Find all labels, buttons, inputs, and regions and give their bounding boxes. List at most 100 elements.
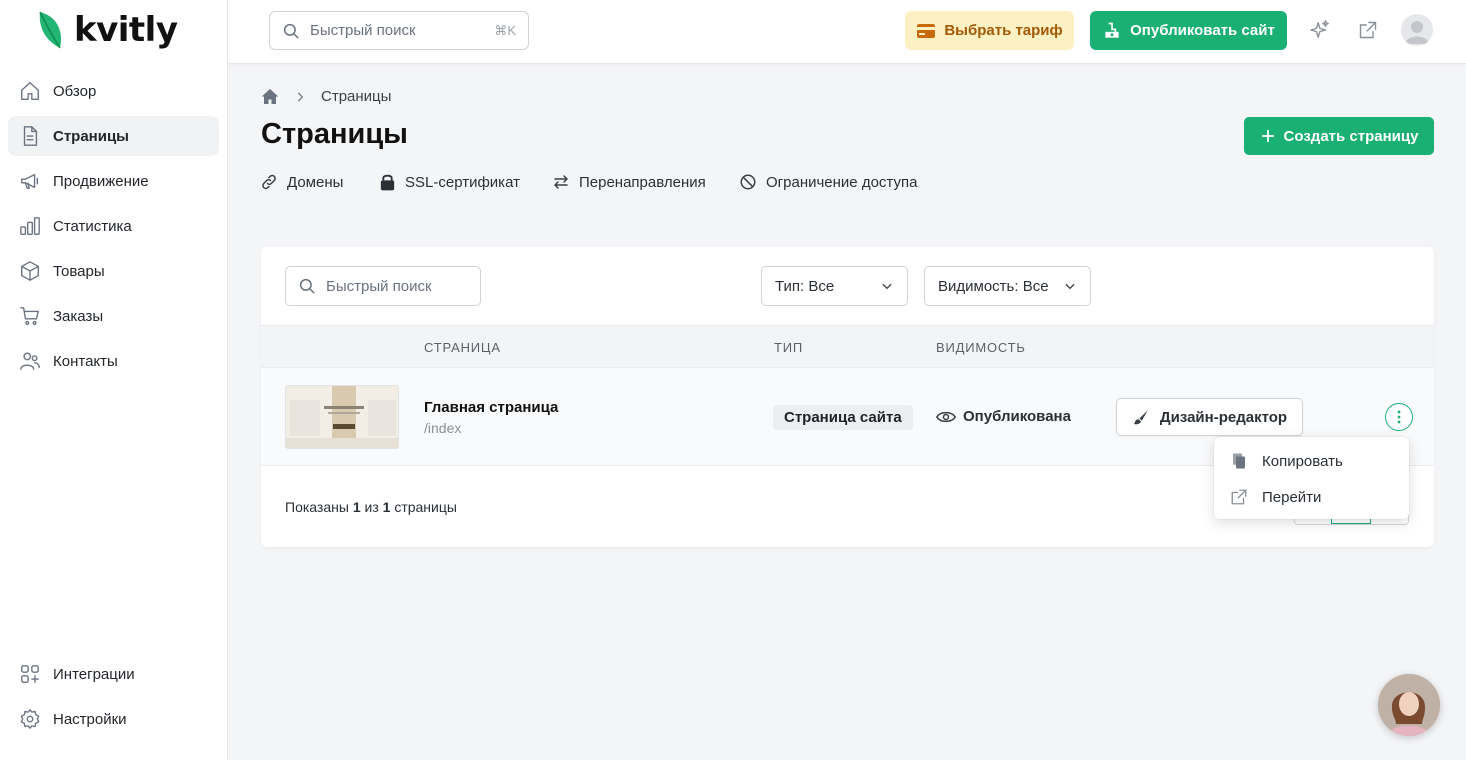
menu-item-copy[interactable]: Копировать bbox=[1230, 450, 1343, 472]
leaf-logo-icon bbox=[39, 11, 62, 49]
subnav-label: Перенаправления bbox=[579, 173, 706, 191]
chevron-right-icon bbox=[297, 92, 304, 101]
create-page-button[interactable]: Создать страницу bbox=[1244, 117, 1434, 155]
visibility-status: Опубликована bbox=[936, 408, 1071, 425]
credit-card-icon bbox=[917, 23, 936, 38]
summary-suffix: страницы bbox=[390, 499, 457, 515]
subnav-redirects[interactable]: Перенаправления bbox=[552, 171, 706, 193]
visibility-label: Опубликована bbox=[963, 408, 1071, 425]
type-filter-value: Тип: Все bbox=[775, 277, 835, 295]
search-shortcut: ⌘K bbox=[494, 22, 516, 38]
breadcrumb-current: Страницы bbox=[321, 88, 392, 105]
pages-search-input[interactable]: Быстрый поиск bbox=[285, 266, 481, 306]
sidebar-item-contacts[interactable]: Контакты bbox=[8, 341, 219, 381]
page-title: Страницы bbox=[261, 118, 408, 150]
sidebar-item-label: Обзор bbox=[53, 82, 97, 100]
more-vertical-icon bbox=[1397, 410, 1401, 424]
sidebar-item-label: Настройки bbox=[53, 710, 127, 728]
row-actions-menu: Копировать Перейти bbox=[1214, 437, 1409, 519]
global-search-input[interactable]: Быстрый поиск ⌘K bbox=[269, 11, 529, 50]
home-icon bbox=[18, 79, 42, 103]
page-thumbnail[interactable] bbox=[285, 385, 399, 449]
type-filter-select[interactable]: Тип: Все bbox=[761, 266, 908, 306]
grid-plus-icon bbox=[18, 662, 42, 686]
file-icon bbox=[18, 124, 42, 148]
summary-shown: 1 bbox=[352, 499, 361, 515]
menu-item-label: Перейти bbox=[1262, 488, 1322, 506]
summary-prefix: Показаны bbox=[285, 499, 353, 515]
column-visibility[interactable]: ВИДИМОСТЬ bbox=[936, 340, 1026, 355]
visibility-filter-select[interactable]: Видимость: Все bbox=[924, 266, 1091, 306]
column-type[interactable]: ТИП bbox=[774, 340, 803, 355]
sidebar-item-label: Заказы bbox=[53, 307, 104, 325]
choose-tariff-button[interactable]: Выбрать тариф bbox=[905, 11, 1074, 50]
megaphone-icon bbox=[18, 169, 42, 193]
search-icon bbox=[283, 23, 299, 38]
home-breadcrumb-icon[interactable] bbox=[261, 88, 279, 105]
sidebar-item-statistics[interactable]: Статистика bbox=[8, 206, 219, 246]
subnav-ssl[interactable]: SSL-сертификат bbox=[379, 171, 520, 193]
sidebar-item-orders[interactable]: Заказы bbox=[8, 296, 219, 336]
plus-icon bbox=[1261, 130, 1274, 142]
sidebar-item-label: Страницы bbox=[53, 127, 129, 145]
pagination-summary: Показаны 1 из 1 страницы bbox=[285, 499, 457, 515]
copy-icon bbox=[1233, 453, 1245, 469]
cart-icon bbox=[18, 304, 42, 328]
sidebar-item-label: Продвижение bbox=[53, 172, 149, 190]
logo-text: kvitly bbox=[74, 10, 178, 50]
subnav-label: Ограничение доступа bbox=[766, 173, 918, 191]
link-icon bbox=[262, 174, 276, 190]
choose-tariff-label: Выбрать тариф bbox=[944, 22, 1063, 39]
sidebar-item-promotion[interactable]: Продвижение bbox=[8, 161, 219, 201]
block-icon bbox=[740, 174, 756, 190]
subnav-label: Домены bbox=[287, 173, 344, 191]
sidebar-item-pages[interactable]: Страницы bbox=[8, 116, 219, 156]
sidebar-item-settings[interactable]: Настройки bbox=[8, 699, 219, 739]
publish-site-label: Опубликовать сайт bbox=[1130, 22, 1275, 39]
user-avatar[interactable] bbox=[1401, 14, 1433, 46]
sidebar-item-label: Интеграции bbox=[53, 665, 135, 683]
design-editor-button[interactable]: Дизайн-редактор bbox=[1116, 398, 1303, 436]
pages-search-placeholder: Быстрый поиск bbox=[326, 277, 432, 295]
chevron-down-icon bbox=[882, 283, 892, 290]
sidebar-item-label: Товары bbox=[53, 262, 105, 280]
swap-arrows-icon bbox=[554, 175, 568, 189]
search-placeholder: Быстрый поиск bbox=[310, 22, 416, 39]
row-actions-button[interactable] bbox=[1385, 403, 1413, 431]
page-type-badge: Страница сайта bbox=[773, 405, 913, 430]
publish-site-button[interactable]: Опубликовать сайт bbox=[1090, 11, 1287, 50]
page-name[interactable]: Главная страница bbox=[424, 399, 558, 416]
bar-chart-icon bbox=[18, 214, 42, 238]
sidebar: kvitly Обзор Страницы Продвижение Статис… bbox=[0, 0, 228, 760]
page-path: /index bbox=[424, 420, 462, 436]
chevron-down-icon bbox=[1065, 283, 1075, 290]
column-page[interactable]: СТРАНИЦА bbox=[424, 340, 501, 355]
brush-icon bbox=[1133, 410, 1148, 425]
table-header: СТРАНИЦА ТИП ВИДИМОСТЬ bbox=[261, 325, 1434, 368]
sidebar-item-overview[interactable]: Обзор bbox=[8, 71, 219, 111]
sidebar-item-label: Контакты bbox=[53, 352, 118, 370]
subnav-domains[interactable]: Домены bbox=[260, 171, 343, 193]
eye-icon bbox=[936, 411, 956, 422]
sidebar-item-products[interactable]: Товары bbox=[8, 251, 219, 291]
logo[interactable]: kvitly bbox=[36, 8, 178, 52]
summary-middle: из bbox=[360, 499, 383, 515]
gear-icon bbox=[18, 707, 42, 731]
publish-icon bbox=[1105, 22, 1119, 38]
external-link-icon[interactable] bbox=[1356, 18, 1380, 42]
menu-item-label: Копировать bbox=[1262, 452, 1343, 470]
search-icon bbox=[299, 278, 315, 294]
sidebar-item-label: Статистика bbox=[53, 217, 132, 235]
sidebar-item-integrations[interactable]: Интеграции bbox=[8, 654, 219, 694]
box-icon bbox=[18, 259, 42, 283]
menu-item-goto[interactable]: Перейти bbox=[1230, 486, 1321, 508]
subnav-label: SSL-сертификат bbox=[405, 173, 520, 191]
visibility-filter-value: Видимость: Все bbox=[938, 277, 1049, 295]
create-page-label: Создать страницу bbox=[1283, 127, 1419, 145]
support-chat-avatar[interactable] bbox=[1378, 674, 1440, 736]
users-icon bbox=[18, 349, 42, 373]
design-editor-label: Дизайн-редактор bbox=[1159, 408, 1288, 426]
ai-sparkles-icon[interactable] bbox=[1308, 18, 1332, 42]
lock-icon bbox=[380, 174, 395, 191]
subnav-access-restriction[interactable]: Ограничение доступа bbox=[739, 171, 917, 193]
